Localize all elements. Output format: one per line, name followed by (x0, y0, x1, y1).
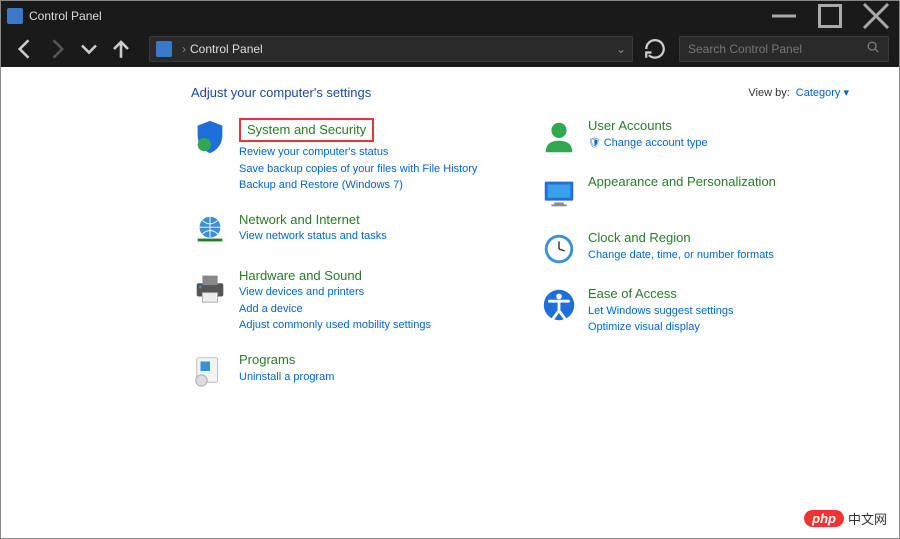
close-button[interactable] (853, 1, 899, 31)
nav-forward-button[interactable] (43, 35, 71, 63)
accessibility-icon (540, 286, 578, 324)
content-area: Adjust your computer's settings View by:… (1, 67, 899, 408)
shield-icon (191, 118, 229, 156)
view-by-dropdown[interactable]: Category ▾ (796, 86, 849, 99)
category-title[interactable]: Clock and Region (588, 230, 774, 247)
category-network: Network and Internet View network status… (191, 212, 500, 250)
category-link[interactable]: Optimize visual display (588, 319, 734, 336)
nav-up-button[interactable] (107, 35, 135, 63)
category-ease-of-access: Ease of Access Let Windows suggest setti… (540, 286, 849, 336)
category-title[interactable]: User Accounts (588, 118, 708, 135)
view-by: View by: Category ▾ (748, 86, 849, 99)
category-column-left: System and Security Review your computer… (191, 118, 500, 408)
category-title[interactable]: Hardware and Sound (239, 268, 431, 285)
category-link[interactable]: Uninstall a program (239, 369, 334, 386)
category-link[interactable]: Change date, time, or number formats (588, 247, 774, 264)
user-icon (540, 118, 578, 156)
breadcrumb-item[interactable]: Control Panel (190, 42, 263, 56)
globe-icon (191, 212, 229, 250)
category-link[interactable]: Backup and Restore (Windows 7) (239, 177, 477, 194)
control-panel-icon (7, 8, 23, 24)
chevron-right-icon: › (182, 42, 186, 56)
printer-icon (191, 268, 229, 306)
page-title: Adjust your computer's settings (191, 85, 371, 100)
category-link[interactable]: Add a device (239, 301, 431, 318)
search-icon[interactable] (866, 40, 880, 59)
category-system-security: System and Security Review your computer… (191, 118, 500, 194)
category-column-right: User Accounts Change account type Appear… (540, 118, 849, 408)
category-appearance: Appearance and Personalization (540, 174, 849, 212)
search-box[interactable] (679, 36, 889, 62)
titlebar: Control Panel (1, 1, 899, 31)
category-user-accounts: User Accounts Change account type (540, 118, 849, 156)
category-title[interactable]: Network and Internet (239, 212, 387, 229)
category-link[interactable]: View network status and tasks (239, 228, 387, 245)
watermark-badge: php (804, 510, 844, 527)
window-title: Control Panel (29, 9, 761, 23)
category-link[interactable]: Save backup copies of your files with Fi… (239, 161, 477, 178)
address-bar[interactable]: › Control Panel ⌄ (149, 36, 633, 62)
category-link[interactable]: Change account type (588, 135, 708, 152)
category-link[interactable]: Adjust commonly used mobility settings (239, 317, 431, 334)
category-title[interactable]: System and Security (247, 122, 366, 137)
category-hardware: Hardware and Sound View devices and prin… (191, 268, 500, 334)
category-programs: Programs Uninstall a program (191, 352, 500, 390)
minimize-button[interactable] (761, 1, 807, 31)
highlight-box: System and Security (239, 118, 374, 142)
address-icon (156, 41, 172, 57)
chevron-down-icon[interactable]: ⌄ (616, 42, 626, 56)
monitor-icon (540, 174, 578, 212)
nav-recent-button[interactable] (75, 35, 103, 63)
category-clock: Clock and Region Change date, time, or n… (540, 230, 849, 268)
category-title[interactable]: Ease of Access (588, 286, 734, 303)
clock-icon (540, 230, 578, 268)
category-title[interactable]: Appearance and Personalization (588, 174, 776, 191)
category-title[interactable]: Programs (239, 352, 334, 369)
category-link[interactable]: Review your computer's status (239, 144, 477, 161)
programs-icon (191, 352, 229, 390)
view-by-label: View by: (748, 87, 789, 99)
category-link[interactable]: View devices and printers (239, 284, 431, 301)
search-input[interactable] (688, 42, 866, 56)
category-link[interactable]: Let Windows suggest settings (588, 303, 734, 320)
nav-back-button[interactable] (11, 35, 39, 63)
watermark: php 中文网 (804, 509, 887, 528)
watermark-text: 中文网 (848, 509, 887, 528)
refresh-button[interactable] (641, 35, 669, 63)
navbar: › Control Panel ⌄ (1, 31, 899, 67)
maximize-button[interactable] (807, 1, 853, 31)
